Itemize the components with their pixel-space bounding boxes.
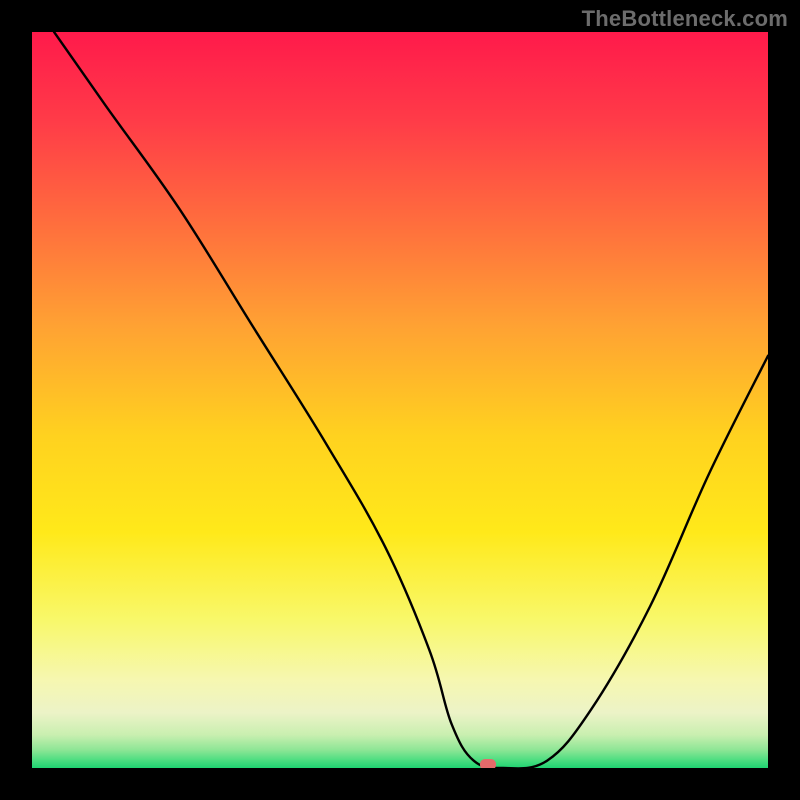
watermark-text: TheBottleneck.com [582, 6, 788, 32]
chart-frame: TheBottleneck.com [0, 0, 800, 800]
plot-svg [32, 32, 768, 768]
plot-area [32, 32, 768, 768]
optimal-point-marker [480, 759, 496, 768]
gradient-background [32, 32, 768, 768]
